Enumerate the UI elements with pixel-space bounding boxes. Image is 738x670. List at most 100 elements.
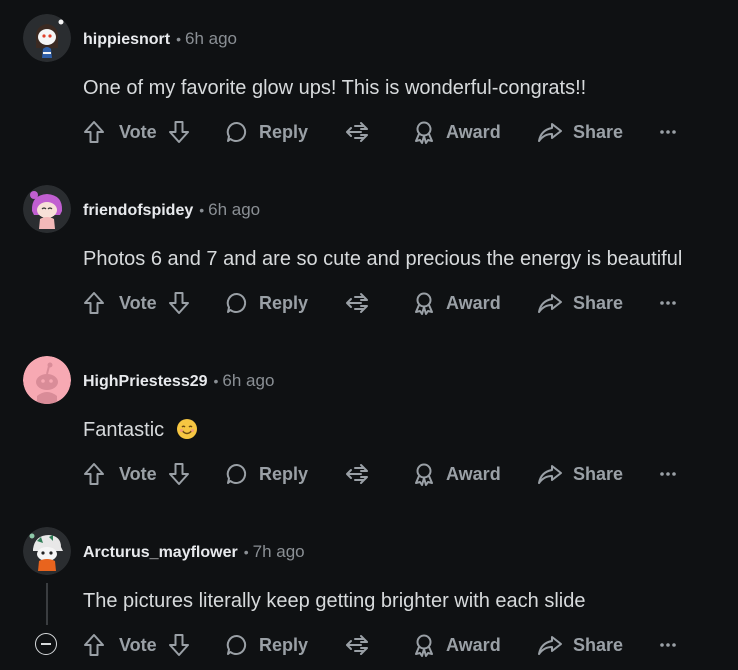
username[interactable]: HighPriestess29 bbox=[83, 373, 208, 390]
separator-dot: • bbox=[199, 202, 205, 218]
upvote-button[interactable] bbox=[83, 630, 105, 660]
speech-bubble-icon bbox=[226, 292, 247, 313]
user-avatar[interactable] bbox=[23, 356, 71, 404]
timestamp[interactable]: 6h ago bbox=[185, 29, 237, 48]
crosspost-button[interactable] bbox=[344, 459, 370, 489]
separator-dot: • bbox=[243, 544, 249, 560]
reply-button[interactable]: Reply bbox=[225, 288, 308, 318]
reply-button[interactable]: Reply bbox=[225, 117, 308, 147]
upvote-button[interactable] bbox=[83, 288, 105, 318]
comment-body: One of my favorite glow ups! This is won… bbox=[83, 77, 587, 99]
more-options-icon bbox=[660, 643, 676, 647]
downvote-button[interactable] bbox=[168, 459, 190, 489]
upvote-arrow-icon bbox=[84, 292, 104, 314]
crosspost-arrows-icon bbox=[346, 122, 368, 142]
vote-label: Vote bbox=[119, 121, 157, 142]
speech-bubble-icon bbox=[226, 634, 247, 655]
comment-actions: Vote Reply Award Share bbox=[0, 117, 738, 147]
downvote-arrow-icon bbox=[169, 292, 189, 314]
reply-label: Reply bbox=[259, 634, 309, 655]
comment-feed: hippiesnort • 6h ago One of my favorite gl… bbox=[0, 0, 738, 670]
share-label: Share bbox=[573, 292, 624, 313]
snoo-pink-hair-avatar-icon bbox=[23, 185, 71, 233]
crosspost-arrows-icon bbox=[346, 464, 368, 484]
upvote-arrow-icon bbox=[84, 463, 104, 485]
downvote-arrow-icon bbox=[169, 121, 189, 143]
separator-dot: • bbox=[213, 373, 219, 389]
more-options-icon bbox=[660, 130, 676, 134]
share-button[interactable]: Share bbox=[537, 630, 623, 660]
comment-meta: HighPriestess29 • 6h ago bbox=[83, 370, 274, 392]
crosspost-button[interactable] bbox=[344, 288, 370, 318]
downvote-arrow-icon bbox=[169, 463, 189, 485]
crosspost-button[interactable] bbox=[344, 630, 370, 660]
award-button[interactable]: Award bbox=[412, 117, 501, 147]
comment: Arcturus_mayflower • 7h ago The pictures l… bbox=[0, 513, 738, 670]
upvote-button[interactable] bbox=[83, 117, 105, 147]
timestamp[interactable]: 7h ago bbox=[253, 542, 305, 561]
comment-body: Photos 6 and 7 and are so cute and preci… bbox=[83, 248, 683, 270]
share-arrow-icon bbox=[538, 465, 562, 484]
comment: hippiesnort • 6h ago One of my favorite gl… bbox=[0, 0, 738, 171]
share-arrow-icon bbox=[538, 123, 562, 142]
timestamp[interactable]: 6h ago bbox=[208, 200, 260, 219]
more-options-icon bbox=[660, 472, 676, 476]
vote-label: Vote bbox=[119, 292, 157, 313]
comment-meta: Arcturus_mayflower • 7h ago bbox=[83, 541, 305, 563]
reply-label: Reply bbox=[259, 121, 309, 142]
upvote-arrow-icon bbox=[84, 634, 104, 656]
user-avatar[interactable] bbox=[23, 14, 71, 62]
award-button[interactable]: Award bbox=[412, 288, 501, 318]
comment-actions: Vote Reply Award Share bbox=[0, 630, 738, 660]
default-snoo-pink-avatar-icon bbox=[23, 356, 71, 404]
snoo-dark-hair-avatar-icon bbox=[23, 14, 71, 62]
downvote-button[interactable] bbox=[168, 117, 190, 147]
downvote-button[interactable] bbox=[168, 288, 190, 318]
more-options-icon bbox=[660, 301, 676, 305]
smiling-face-emoji-icon bbox=[176, 418, 198, 448]
comment-body: Fantastic bbox=[83, 416, 198, 448]
reply-button[interactable]: Reply bbox=[225, 630, 308, 660]
thread-line[interactable] bbox=[46, 583, 48, 625]
share-button[interactable]: Share bbox=[537, 117, 623, 147]
user-avatar[interactable] bbox=[23, 527, 71, 575]
comment-actions: Vote Reply Award Share bbox=[0, 459, 738, 489]
share-arrow-icon bbox=[538, 636, 562, 655]
username[interactable]: hippiesnort bbox=[83, 31, 170, 48]
collapse-thread-button[interactable] bbox=[35, 633, 57, 655]
comment-actions: Vote Reply Award Share bbox=[0, 288, 738, 318]
crosspost-button[interactable] bbox=[344, 117, 370, 147]
downvote-button[interactable] bbox=[168, 630, 190, 660]
separator-dot: • bbox=[176, 31, 182, 47]
share-button[interactable]: Share bbox=[537, 459, 623, 489]
award-button[interactable]: Award bbox=[412, 459, 501, 489]
comment-meta: hippiesnort • 6h ago bbox=[83, 28, 237, 50]
more-options-button[interactable] bbox=[659, 459, 677, 489]
snoo-dino-hat-avatar-icon bbox=[23, 527, 71, 575]
award-label: Award bbox=[446, 634, 501, 655]
share-button[interactable]: Share bbox=[537, 288, 623, 318]
upvote-arrow-icon bbox=[84, 121, 104, 143]
speech-bubble-icon bbox=[226, 121, 247, 142]
comment-text: Fantastic bbox=[83, 419, 165, 441]
more-options-button[interactable] bbox=[659, 117, 677, 147]
comment-meta: friendofspidey • 6h ago bbox=[83, 199, 260, 221]
minus-icon bbox=[41, 643, 51, 645]
award-label: Award bbox=[446, 121, 501, 142]
share-label: Share bbox=[573, 463, 624, 484]
timestamp[interactable]: 6h ago bbox=[222, 371, 274, 390]
award-button[interactable]: Award bbox=[412, 630, 501, 660]
more-options-button[interactable] bbox=[659, 288, 677, 318]
award-label: Award bbox=[446, 292, 501, 313]
reply-label: Reply bbox=[259, 463, 309, 484]
more-options-button[interactable] bbox=[659, 630, 677, 660]
comment: friendofspidey • 6h ago Photos 6 and 7 and… bbox=[0, 171, 738, 342]
username[interactable]: Arcturus_mayflower bbox=[83, 544, 238, 561]
reply-button[interactable]: Reply bbox=[225, 459, 308, 489]
award-label: Award bbox=[446, 463, 501, 484]
username[interactable]: friendofspidey bbox=[83, 202, 193, 219]
award-medal-icon bbox=[415, 292, 433, 315]
user-avatar[interactable] bbox=[23, 185, 71, 233]
upvote-button[interactable] bbox=[83, 459, 105, 489]
award-medal-icon bbox=[415, 121, 433, 144]
